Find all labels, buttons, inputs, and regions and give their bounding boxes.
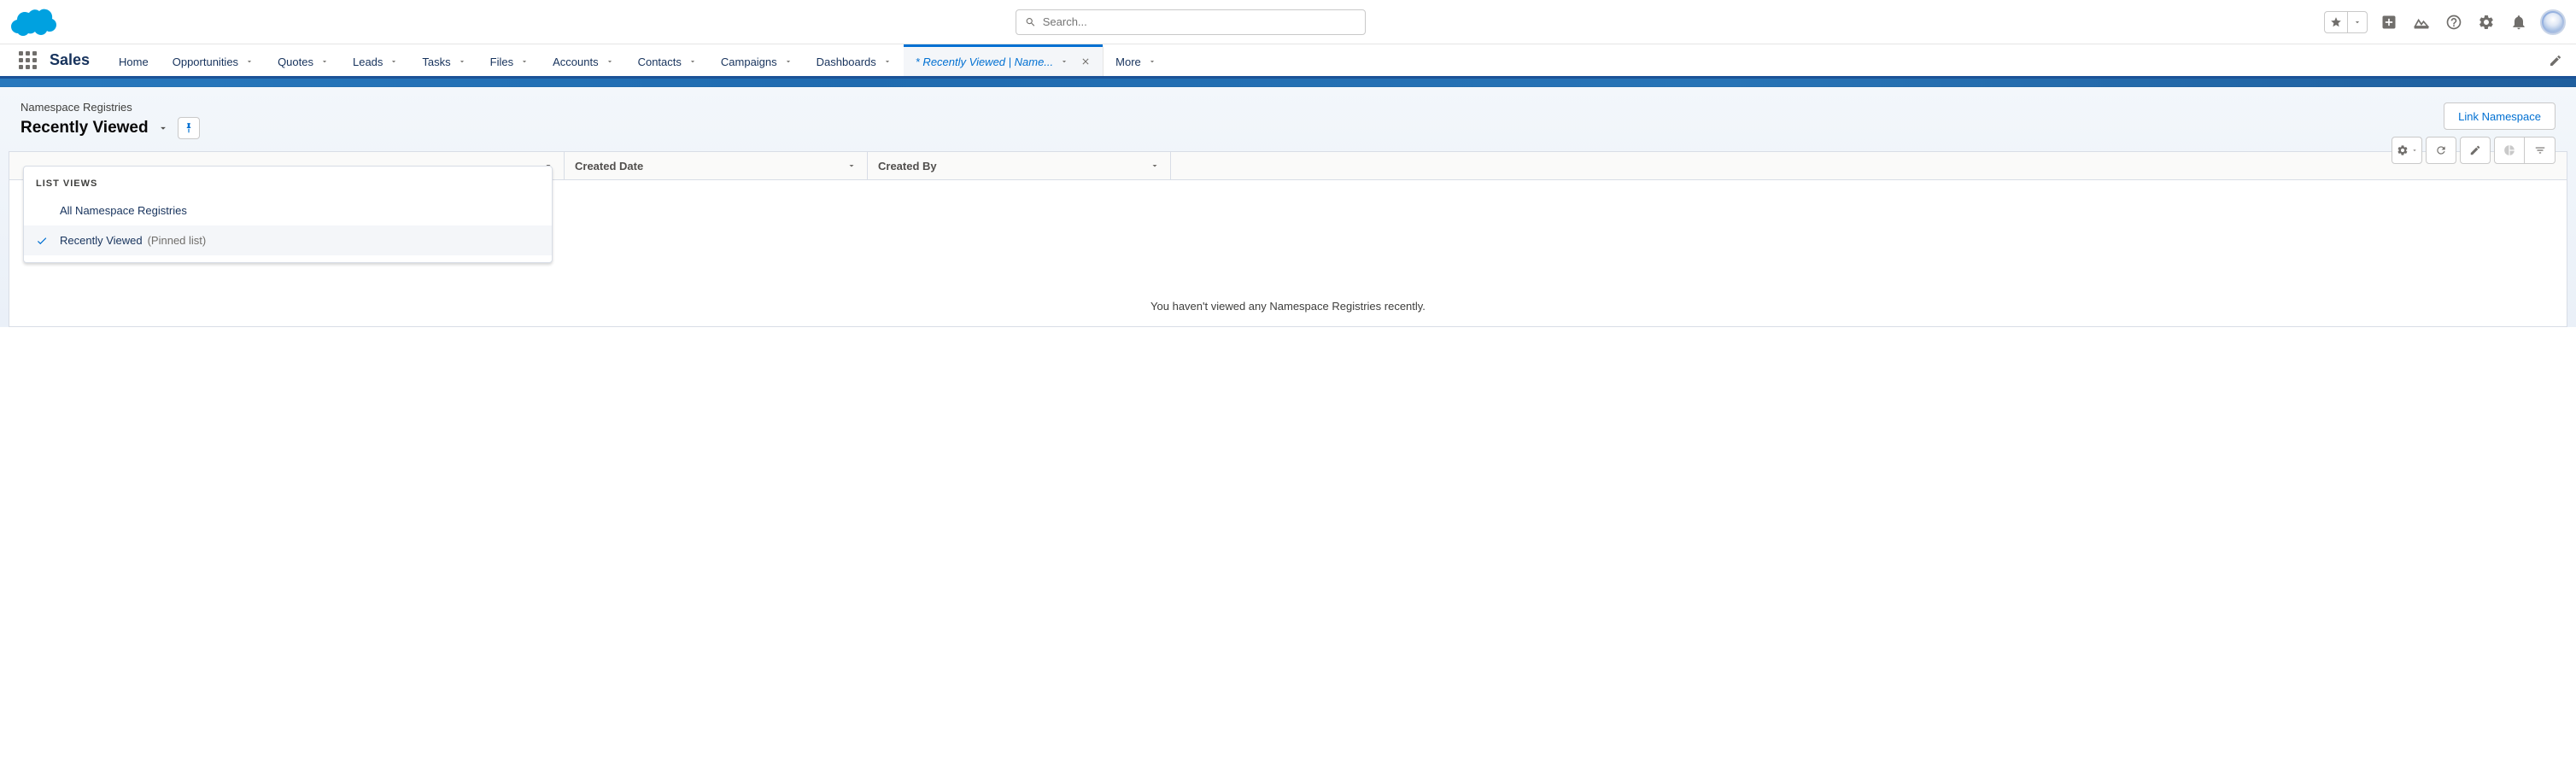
nav-label: More: [1115, 56, 1141, 68]
nav-label: Campaigns: [721, 56, 777, 68]
list-controls: [2392, 137, 2556, 164]
nav-tasks[interactable]: Tasks: [410, 44, 477, 76]
nav-label: Dashboards: [817, 56, 876, 68]
dropdown-item-all[interactable]: All Namespace Registries: [24, 196, 552, 225]
object-label: Namespace Registries: [20, 101, 2556, 114]
column-label: Created Date: [575, 160, 643, 173]
edit-nav-icon[interactable]: [2549, 54, 2562, 67]
chevron-down-icon[interactable]: [606, 57, 614, 66]
list-settings-button[interactable]: [2392, 137, 2422, 164]
chevron-down-icon[interactable]: [883, 57, 892, 66]
chevron-down-icon[interactable]: [846, 161, 857, 171]
nav-label: Leads: [353, 56, 383, 68]
pin-button[interactable]: [178, 117, 200, 139]
chart-filter-group: [2494, 137, 2556, 164]
nav-label: Home: [119, 56, 149, 68]
filter-button[interactable]: [2525, 137, 2556, 164]
chevron-down-icon[interactable]: [157, 122, 169, 134]
page-actions-top: Link Namespace: [2444, 102, 2556, 130]
edit-list-button[interactable]: [2460, 137, 2491, 164]
setup-gear-icon[interactable]: [2475, 11, 2497, 33]
column-created-by[interactable]: Created By: [868, 152, 1171, 179]
nav-files[interactable]: Files: [478, 44, 541, 76]
nav-more[interactable]: More: [1103, 44, 1168, 76]
chevron-down-icon[interactable]: [1060, 57, 1068, 66]
check-icon: [36, 235, 48, 247]
header-actions: [2324, 9, 2566, 35]
dropdown-item-suffix: (Pinned list): [148, 234, 207, 247]
chevron-down-icon[interactable]: [245, 57, 254, 66]
chart-button: [2494, 137, 2525, 164]
chevron-down-icon[interactable]: [458, 57, 466, 66]
global-header: [0, 0, 2576, 44]
nav-label: * Recently Viewed | Name...: [916, 56, 1053, 68]
column-actions: [1171, 152, 1205, 179]
nav-accounts[interactable]: Accounts: [541, 44, 625, 76]
nav-campaigns[interactable]: Campaigns: [709, 44, 805, 76]
star-icon[interactable]: [2325, 12, 2348, 32]
nav-active-tab[interactable]: * Recently Viewed | Name...: [904, 44, 1103, 76]
app-launcher-icon[interactable]: [19, 51, 38, 70]
favorites-split[interactable]: [2324, 11, 2368, 33]
nav-leads[interactable]: Leads: [341, 44, 410, 76]
user-avatar[interactable]: [2540, 9, 2566, 35]
trailhead-icon[interactable]: [2410, 11, 2433, 33]
chevron-down-icon[interactable]: [1148, 57, 1156, 66]
salesforce-logo[interactable]: [10, 6, 56, 38]
chevron-down-icon[interactable]: [1150, 161, 1160, 171]
nav-label: Tasks: [422, 56, 450, 68]
nav-contacts[interactable]: Contacts: [626, 44, 709, 76]
chevron-down-icon[interactable]: [520, 57, 529, 66]
dropdown-item-recent[interactable]: Recently Viewed (Pinned list): [24, 225, 552, 255]
search-input[interactable]: [1043, 15, 1356, 28]
chevron-down-icon[interactable]: [2348, 12, 2367, 32]
dropdown-header: LIST VIEWS: [24, 173, 552, 196]
nav-bar: Sales Home Opportunities Quotes Leads Ta…: [0, 44, 2576, 79]
nav-label: Opportunities: [173, 56, 238, 68]
nav-label: Quotes: [278, 56, 313, 68]
column-created-date[interactable]: Created Date: [565, 152, 868, 179]
link-namespace-button[interactable]: Link Namespace: [2444, 102, 2556, 130]
header-band: [0, 79, 2576, 87]
view-row: Recently Viewed: [20, 117, 2556, 139]
column-label: Created By: [878, 160, 937, 173]
chevron-down-icon[interactable]: [784, 57, 793, 66]
add-icon[interactable]: [2378, 11, 2400, 33]
nav-items: Home Opportunities Quotes Leads Tasks Fi…: [107, 44, 1168, 76]
view-title[interactable]: Recently Viewed: [20, 119, 149, 137]
list-views-dropdown: LIST VIEWS All Namespace Registries Rece…: [23, 166, 553, 263]
help-icon[interactable]: [2443, 11, 2465, 33]
refresh-button[interactable]: [2426, 137, 2456, 164]
search-wrap: [56, 9, 2324, 35]
nav-home[interactable]: Home: [107, 44, 161, 76]
nav-quotes[interactable]: Quotes: [266, 44, 341, 76]
notification-bell-icon[interactable]: [2508, 11, 2530, 33]
nav-label: Accounts: [553, 56, 598, 68]
nav-opportunities[interactable]: Opportunities: [161, 44, 266, 76]
global-search[interactable]: [1016, 9, 1366, 35]
page-header: Namespace Registries Recently Viewed Lin…: [9, 87, 2567, 151]
chevron-down-icon[interactable]: [320, 57, 329, 66]
chevron-down-icon[interactable]: [688, 57, 697, 66]
nav-label: Contacts: [638, 56, 682, 68]
page-wrap: Namespace Registries Recently Viewed Lin…: [0, 87, 2576, 327]
app-name: Sales: [50, 51, 90, 69]
search-icon: [1025, 16, 1036, 28]
dropdown-item-label: All Namespace Registries: [60, 204, 187, 217]
nav-label: Files: [490, 56, 513, 68]
close-tab-icon[interactable]: [1080, 56, 1091, 67]
pin-icon: [183, 122, 195, 134]
dropdown-item-label: Recently Viewed: [60, 234, 143, 247]
nav-dashboards[interactable]: Dashboards: [805, 44, 904, 76]
chevron-down-icon[interactable]: [389, 57, 398, 66]
chevron-down-icon: [2411, 147, 2418, 154]
